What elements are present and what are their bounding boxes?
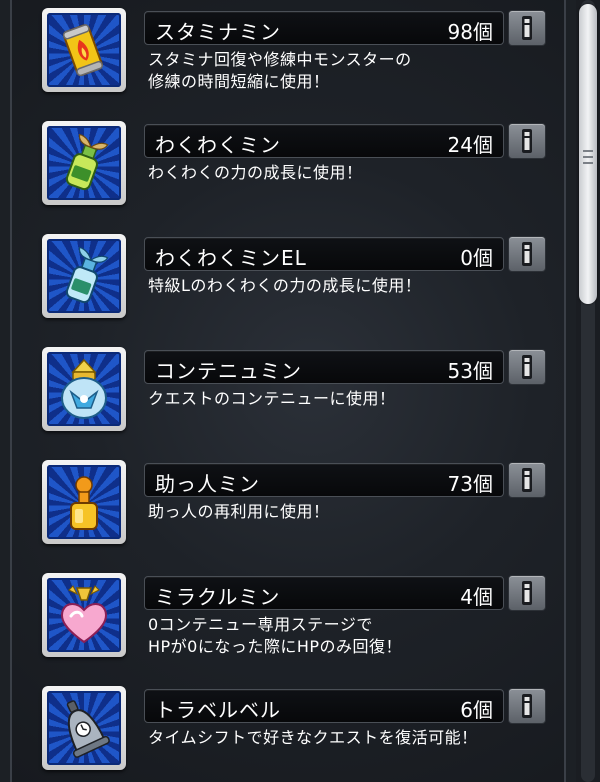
item-icon-frame[interactable] (42, 8, 126, 92)
item-name-bar: わくわくミンEL 0個 (144, 237, 504, 271)
continue-jar-icon (61, 358, 107, 419)
info-icon (522, 355, 532, 379)
sprout-bottle-icon (65, 133, 109, 191)
item-name-bar: トラベルベル 6個 (144, 689, 504, 723)
item-name-bar: スタミナミン 98個 (144, 11, 504, 45)
scroll-grip (583, 150, 593, 152)
item-icon-frame[interactable] (42, 686, 126, 770)
item-description: クエストのコンテニューに使用！ (148, 389, 396, 408)
item-count: 98個 (447, 20, 493, 44)
scrollbar[interactable] (576, 0, 600, 782)
item-icon-frame[interactable] (42, 460, 126, 544)
info-icon (522, 694, 532, 718)
list-item[interactable]: わくわくミン 24個 わくわくの力の成長に使用！ (12, 117, 564, 217)
item-name: ミラクルミン (155, 585, 281, 609)
item-name: コンテニュミン (155, 359, 302, 383)
info-icon (522, 129, 532, 153)
info-button[interactable] (508, 349, 546, 385)
item-name: 助っ人ミン (155, 472, 260, 496)
info-button[interactable] (508, 575, 546, 611)
item-description: 助っ人の再利用に使用！ (148, 502, 330, 521)
info-icon (522, 581, 532, 605)
info-icon (522, 16, 532, 40)
item-name-bar: 助っ人ミン 73個 (144, 463, 504, 497)
item-description: タイムシフトで好きなクエストを復活可能！ (148, 728, 478, 747)
item-name-bar: ミラクルミン 4個 (144, 576, 504, 610)
item-description: わくわくの力の成長に使用！ (148, 163, 363, 182)
info-icon (522, 468, 532, 492)
item-description: スタミナ回復や修練中モンスターの 修練の時間短縮に使用！ (148, 50, 412, 91)
item-count: 0個 (460, 246, 493, 270)
item-count: 73個 (447, 472, 493, 496)
heart-flask-icon (61, 585, 107, 644)
item-description: 0コンテニュー専用ステージで HPが0になった際にHPのみ回復！ (148, 615, 403, 656)
scroll-grip (583, 162, 593, 164)
item-icon-frame[interactable] (42, 121, 126, 205)
stamina-can-icon (62, 24, 103, 77)
list-item[interactable]: わくわくミンEL 0個 特級Lのわくわくの力の成長に使用！ (12, 230, 564, 330)
item-icon-frame[interactable] (42, 347, 126, 431)
info-button[interactable] (508, 236, 546, 272)
item-count: 6個 (460, 698, 493, 722)
item-name: わくわくミン (155, 133, 281, 157)
item-icon-frame[interactable] (42, 573, 126, 657)
item-name: トラベルベル (155, 698, 281, 722)
info-button[interactable] (508, 123, 546, 159)
info-button[interactable] (508, 462, 546, 498)
list-item[interactable]: コンテニュミン 53個 クエストのコンテニューに使用！ (12, 343, 564, 443)
info-button[interactable] (508, 10, 546, 46)
el-sprout-bottle-icon (65, 246, 109, 304)
travel-bell-icon (66, 700, 110, 758)
scroll-grip (583, 156, 593, 158)
item-icon-frame[interactable] (42, 234, 126, 318)
list-item[interactable]: 助っ人ミン 73個 助っ人の再利用に使用！ (12, 456, 564, 556)
helper-bottle-icon (70, 476, 98, 530)
item-name-bar: コンテニュミン 53個 (144, 350, 504, 384)
item-list-panel[interactable]: スタミナミン 98個 スタミナ回復や修練中モンスターの 修練の時間短縮に使用！ (10, 0, 566, 782)
item-name-bar: わくわくミン 24個 (144, 124, 504, 158)
list-item[interactable]: スタミナミン 98個 スタミナ回復や修練中モンスターの 修練の時間短縮に使用！ (12, 4, 564, 104)
item-count: 4個 (460, 585, 493, 609)
item-name: わくわくミンEL (155, 246, 307, 270)
scroll-thumb[interactable] (579, 4, 597, 304)
list-item[interactable]: トラベルベル 6個 タイムシフトで好きなクエストを復活可能！ (12, 682, 564, 782)
item-count: 53個 (447, 359, 493, 383)
item-description: 特級Lのわくわくの力の成長に使用！ (148, 276, 422, 295)
info-icon (522, 242, 532, 266)
info-button[interactable] (508, 688, 546, 724)
item-count: 24個 (447, 133, 493, 157)
list-item[interactable]: ミラクルミン 4個 0コンテニュー専用ステージで HPが0になった際にHPのみ回… (12, 569, 564, 669)
item-name: スタミナミン (155, 20, 281, 44)
